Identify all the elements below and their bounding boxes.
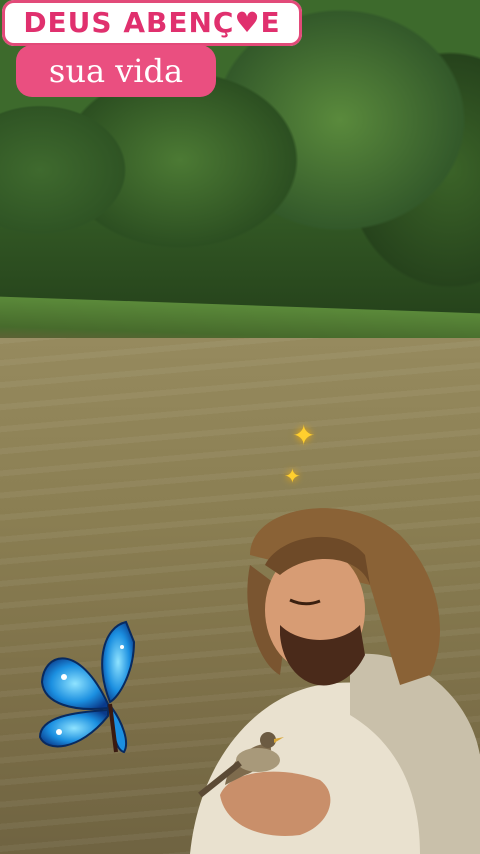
figure-with-bird bbox=[190, 508, 480, 854]
title-banner-bottom: sua vida bbox=[16, 45, 216, 97]
sparkle-icon: ✦ bbox=[292, 419, 316, 452]
sparkle-icon: ✦ bbox=[284, 464, 301, 488]
title-line-2: sua vida bbox=[48, 52, 184, 90]
video-frame: ✦ ✦ DEUS ABENÇ♥E sua vida bbox=[0, 0, 480, 854]
butterfly-icon bbox=[38, 620, 136, 754]
title-line-1: DEUS ABENÇ♥E bbox=[23, 6, 281, 39]
title-banner-top: DEUS ABENÇ♥E bbox=[2, 0, 302, 46]
